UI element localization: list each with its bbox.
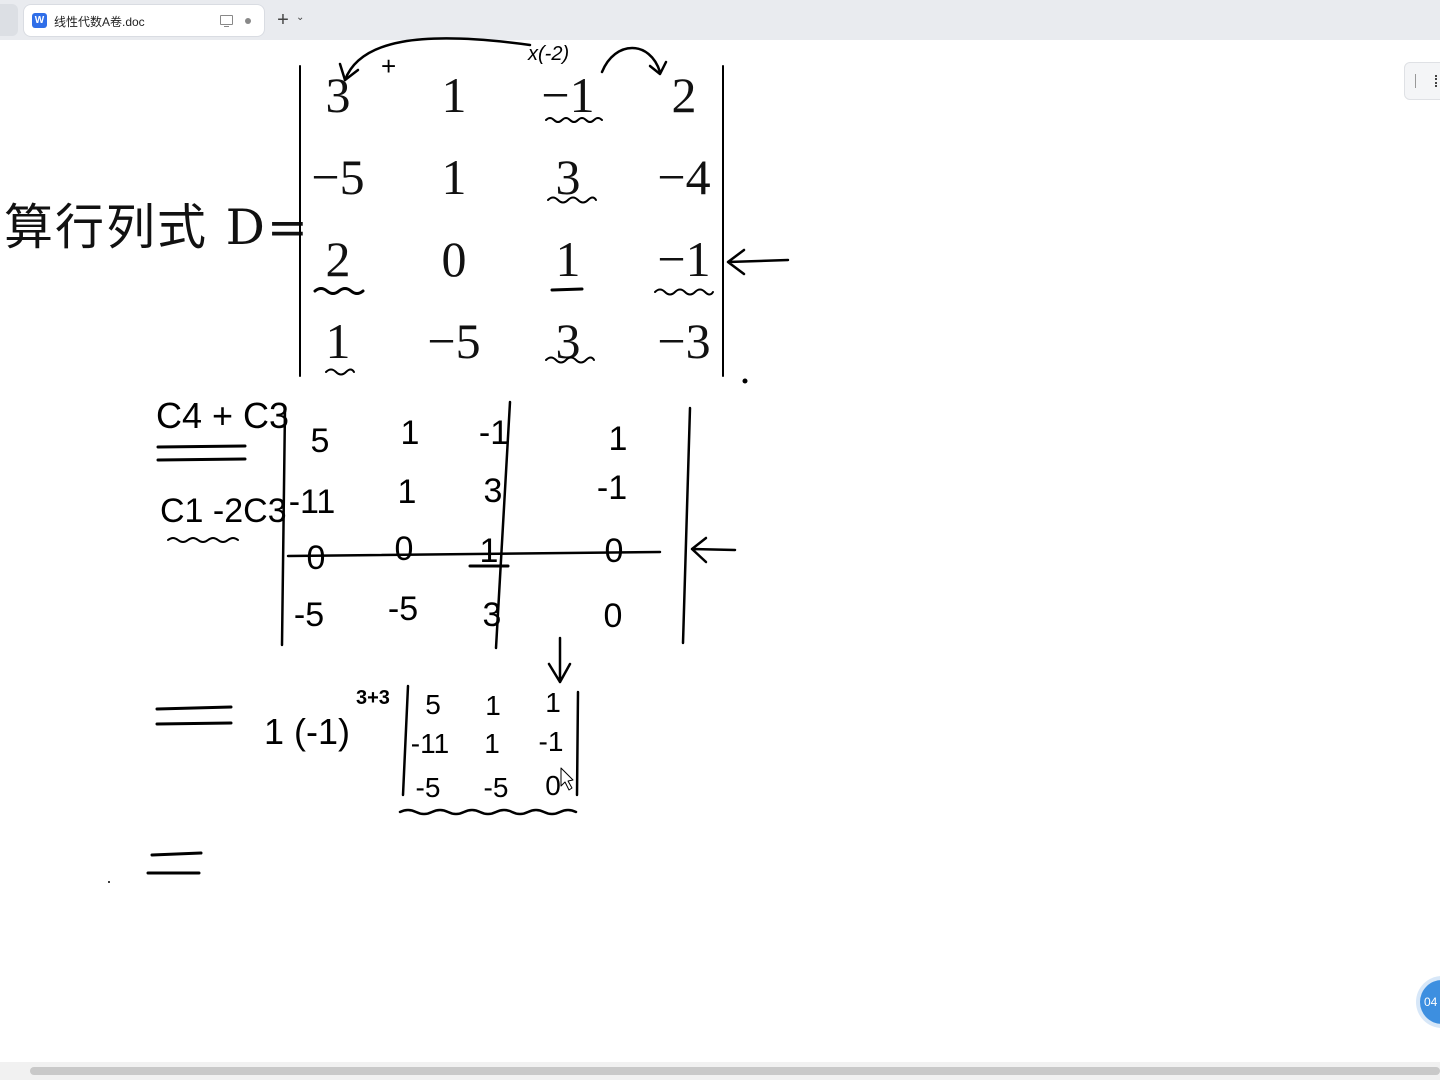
step1-left-bar [280, 406, 287, 647]
equal-line [150, 851, 203, 857]
step1-cell: -5 [388, 590, 418, 628]
step2-cell: -5 [484, 772, 509, 803]
wavy-underline [545, 117, 603, 123]
op-c4-plus-c3: C4 + C3 [156, 395, 289, 436]
wavy-underline [313, 287, 365, 295]
step2-left-bar [401, 684, 410, 797]
arc-arrow-left [343, 37, 532, 82]
step1-cell: 0 [604, 597, 623, 635]
dot-mark [108, 881, 110, 883]
step1-cell: -1 [597, 469, 627, 507]
step1-cell: 1 [609, 420, 628, 458]
equal-line [156, 444, 247, 449]
dot-mark [742, 378, 748, 384]
wavy-underline [547, 196, 597, 204]
step1-cell: -5 [294, 596, 324, 634]
step2-cell: 1 [485, 690, 501, 721]
mouse-cursor-icon [560, 767, 574, 791]
note-plus: + [381, 51, 396, 81]
wavy-underline [325, 368, 355, 376]
wavy-underline [545, 356, 595, 364]
timer-badge-text: 04 [1424, 995, 1438, 1009]
step1-cell: 1 [398, 473, 417, 511]
down-arrow [547, 636, 572, 684]
step1-cell: -1 [479, 414, 509, 452]
step1-cell: 0 [605, 532, 624, 570]
step1-cell: 0 [307, 539, 326, 577]
step1-cell: 3 [484, 472, 503, 510]
step2-cell: 5 [425, 689, 441, 720]
step2-cell: 0 [545, 770, 561, 801]
row-arrow [726, 248, 790, 276]
note-multiply: x(-2) [527, 43, 569, 65]
step1-cell: 1 [480, 532, 499, 570]
step1-cell: 0 [395, 530, 414, 568]
step2-right-bar [575, 690, 580, 797]
equal-line [156, 457, 247, 462]
step2-cell: 1 [545, 687, 561, 718]
step2-factor: 1 (-1) [264, 711, 350, 752]
step2-exponent: 3+3 [356, 687, 390, 709]
scrollbar-thumb[interactable] [30, 1067, 1440, 1075]
step1-cell: -11 [289, 483, 336, 521]
op-c1-minus-2c3: C1 -2C3 [160, 492, 287, 530]
wavy-underline [167, 537, 239, 543]
horizontal-scrollbar[interactable] [0, 1062, 1440, 1080]
step1-cell: 1 [401, 414, 420, 452]
step2-cell: -1 [539, 726, 564, 757]
step1-cell: 3 [483, 596, 502, 634]
step1-cell: 5 [311, 422, 330, 460]
step2-cell: 1 [484, 728, 500, 759]
handwriting-layer: + x(-2) C4 + C3 C1 -2C3 5 1 -1 1 -11 1 3… [108, 37, 790, 883]
underline [550, 287, 584, 292]
equal-line [155, 721, 233, 726]
wavy-underline [654, 288, 714, 296]
step2-cell: -11 [411, 728, 449, 759]
step1-right-bar [681, 406, 692, 645]
row-arrow [690, 536, 737, 564]
equal-line [155, 705, 233, 711]
step2-cell: -5 [416, 772, 441, 803]
wavy-underline [398, 808, 578, 816]
